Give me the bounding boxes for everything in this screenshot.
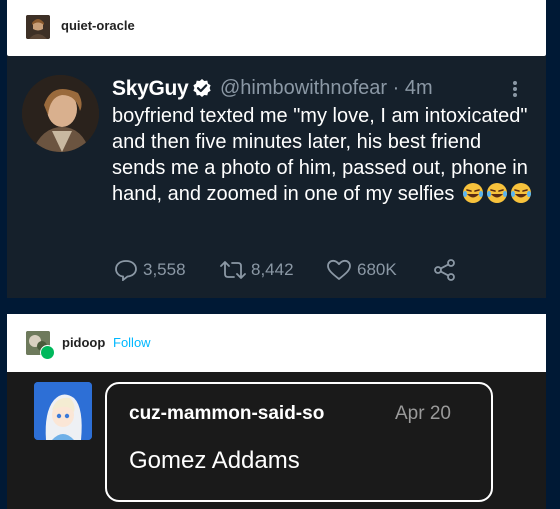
post-quiet-oracle: quiet-oracle SkyGuy @himbowithnofear · 4… [7, 0, 546, 298]
blog-avatar[interactable] [26, 15, 50, 39]
post-header: quiet-oracle [7, 0, 546, 56]
reblog-date: Apr 20 [395, 403, 451, 424]
reply-icon [115, 260, 137, 281]
dashboard: quiet-oracle SkyGuy @himbowithnofear · 4… [0, 0, 560, 509]
retweet-icon [220, 261, 246, 279]
post-pidoop: pidoop Follow cuz-mammon-said-so Apr 20 … [7, 314, 546, 509]
tweet-display-name: SkyGuy [112, 77, 189, 100]
avatar-image [34, 382, 92, 440]
post-header: pidoop Follow [7, 314, 546, 372]
tweet-avatar [22, 75, 99, 152]
follow-badge-icon [40, 345, 55, 360]
like-icon [327, 259, 351, 280]
reply-count: 3,558 [143, 260, 186, 279]
avatar-image [22, 75, 99, 152]
reblog-avatar[interactable] [34, 382, 92, 440]
verified-badge-icon [193, 79, 211, 97]
more-options-icon[interactable] [512, 80, 518, 98]
laughing-emoji-icon [460, 183, 532, 205]
post-divider [0, 298, 560, 314]
tweet-text: boyfriend texted me "my love, I am intox… [112, 103, 532, 207]
blog-name[interactable]: pidoop [62, 335, 105, 350]
reblog-username[interactable]: cuz-mammon-said-so [129, 403, 324, 425]
reblog-content: cuz-mammon-said-so Apr 20 Gomez Addams [7, 372, 546, 509]
reply-button[interactable]: 3,558 [114, 258, 186, 282]
tweet-handle-time: @himbowithnofear · 4m [220, 77, 433, 100]
follow-button[interactable]: Follow [113, 335, 151, 350]
tweet-handle: @himbowithnofear [220, 77, 388, 99]
tweet-time: · 4m [392, 77, 433, 99]
reblog-bubble: cuz-mammon-said-so Apr 20 Gomez Addams [105, 382, 493, 502]
tweet-actions: 3,558 8,442 680K [114, 258, 534, 282]
retweet-button[interactable]: 8,442 [220, 258, 294, 282]
share-icon [434, 259, 455, 281]
avatar-image [26, 15, 50, 39]
retweet-count: 8,442 [251, 260, 294, 279]
share-button[interactable] [432, 258, 463, 282]
embedded-tweet: SkyGuy @himbowithnofear · 4m boyfriend t… [7, 56, 546, 296]
like-count: 680K [357, 260, 397, 279]
blog-name[interactable]: quiet-oracle [61, 18, 135, 33]
reblog-text: Gomez Addams [129, 447, 300, 474]
like-button[interactable]: 680K [326, 258, 397, 282]
